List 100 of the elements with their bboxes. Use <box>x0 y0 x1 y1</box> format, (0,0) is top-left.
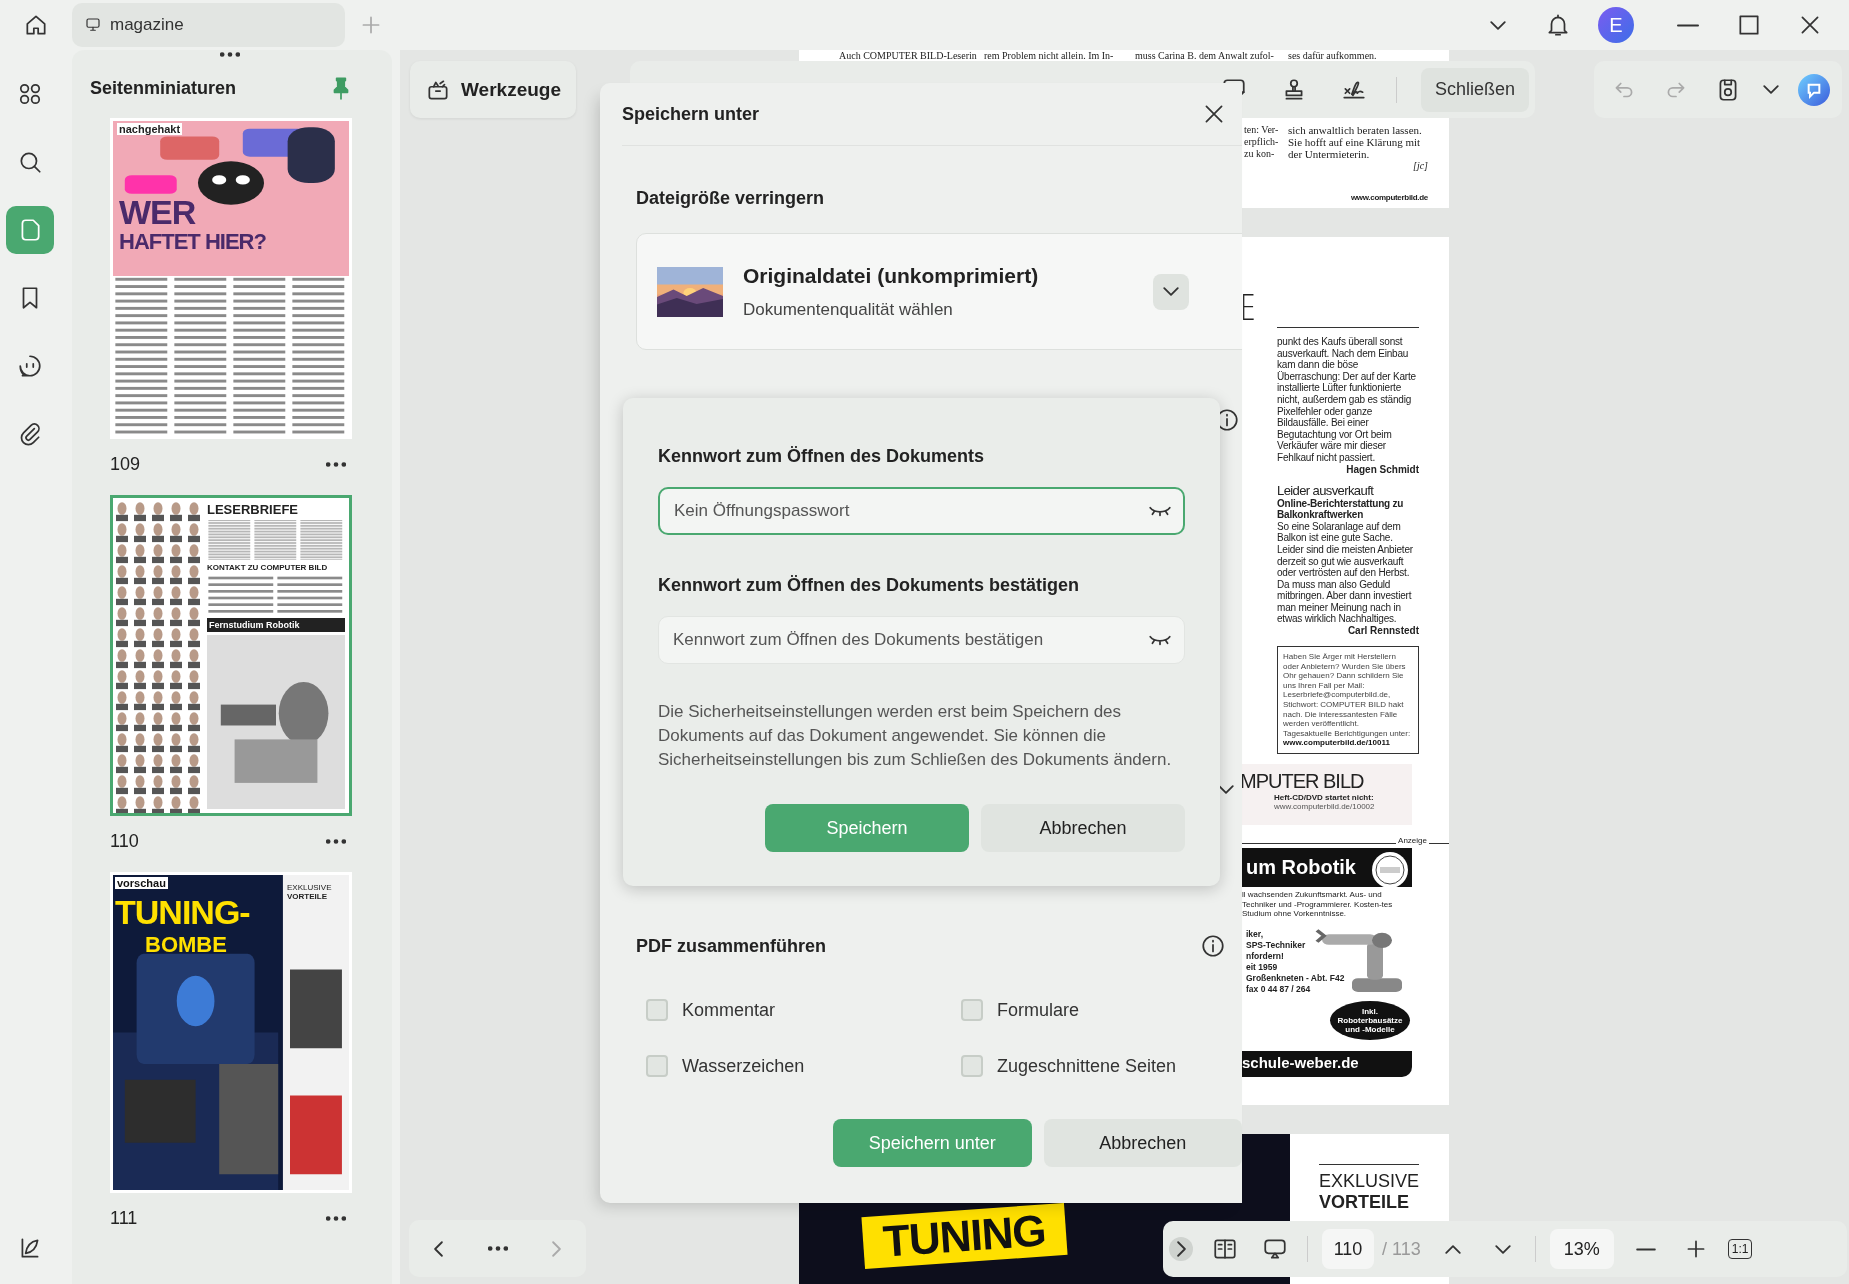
page-thumbnail[interactable]: vorschau TUNING- BOMBE EXKLUSIVE VORTEILE <box>110 872 352 1193</box>
checkbox[interactable] <box>961 999 983 1021</box>
page-number: 109 <box>110 453 141 475</box>
field-label: Kennwort zum Öffnen des Dokuments <box>658 446 986 467</box>
notice-text: Tagesaktuelle Berichtigungen unter: <box>1283 728 1412 739</box>
option-card[interactable]: Originaldatei (unkomprimiert) Dokumentenqualität wählen <box>636 233 1242 350</box>
chevron-up-icon <box>1444 1244 1461 1254</box>
checkbox-label: Wasserzeichen <box>682 1055 805 1077</box>
side-heading: VORTEILE <box>287 892 328 901</box>
text-line: ses dafür aufkommen. <box>1288 50 1377 62</box>
page-number-field[interactable]: 110 <box>1322 1229 1374 1269</box>
comment-icon <box>17 353 43 379</box>
ad-text: SPS-Techniker <box>1246 939 1306 951</box>
apps-icon <box>17 81 43 107</box>
side-heading: VORTEILE <box>1319 1192 1409 1213</box>
checkbox[interactable] <box>646 999 668 1021</box>
checkbox[interactable] <box>961 1055 983 1077</box>
more-icon <box>487 1246 508 1251</box>
headline: LESERBRIEFE <box>207 502 299 517</box>
maximize-icon <box>1736 12 1762 38</box>
actual-size-button[interactable]: 1:1 <box>1727 1239 1753 1259</box>
chevron-right-icon <box>1176 1241 1186 1257</box>
option-title: Originaldatei (unkomprimiert) <box>743 263 1040 288</box>
page-number: 111 <box>110 1207 138 1229</box>
ad-text: Großenkneten - Abt. F42 <box>1246 972 1345 984</box>
text-line: Auch COMPUTER BILD-Leserin <box>839 50 978 62</box>
page-thumbnail[interactable]: nachgehakt WER HAFTET HIER? <box>110 118 352 439</box>
book-icon <box>1212 1236 1238 1262</box>
page-label: nachgehakt <box>117 123 183 135</box>
checkbox-label: Formulare <box>997 999 1080 1021</box>
chevron-right-icon <box>552 1240 561 1257</box>
ad-text: nfordern! <box>1246 950 1284 962</box>
dropdown-button[interactable] <box>1153 273 1189 310</box>
close-tools-button[interactable]: Schließen <box>1420 67 1529 112</box>
text-fragment: zu kon- <box>1244 148 1276 160</box>
ad-title: um Robotik <box>1245 855 1356 880</box>
paragraph: punkt des Kaufs überall sonst ausverkauft. Nach dem Einbau kam dann die böse Überraschung: Der auf der Karte installierte Lüfter funktionierte nicht, außerdem gab es ständig Pixelfehler oder ganze Bildausfälle. Bei einer Begutachtung vor Ort beim Verkäufer wäre mir dieser Fehlkauf nicht passiert. <box>1277 336 1417 464</box>
tab-title: magazine <box>110 15 184 35</box>
link[interactable]: www.computerbild.de/10002 <box>1274 802 1412 811</box>
tools-button[interactable]: Werkzeuge <box>410 61 576 118</box>
monitor-icon <box>84 16 102 34</box>
chevron-down-icon <box>1494 1244 1511 1254</box>
text-line: muss Carina B. dem Anwalt zufol- <box>1135 50 1275 62</box>
more-icon <box>326 838 346 844</box>
ad-badge: Inkl. Roboterbausätze und -Modelle <box>1330 1000 1410 1040</box>
checkbox-label: Zugeschnittene Seiten <box>997 1055 1177 1077</box>
headline: TUNING- <box>115 893 250 932</box>
more-icon <box>326 1215 346 1221</box>
checkbox-label: Kommentar <box>682 999 776 1021</box>
page-number: 110 <box>110 830 139 852</box>
password-field[interactable]: Kein Öffnungspasswort <box>658 487 1185 535</box>
info-icon <box>1200 933 1226 959</box>
text-fragment: ten: Ver- <box>1244 124 1280 136</box>
headline: TUNING <box>861 1203 1068 1269</box>
zoom-field[interactable]: 13% <box>1549 1229 1614 1269</box>
section-heading: KONTAKT ZU COMPUTER BILD <box>207 563 329 572</box>
page-total: / 113 <box>1382 1238 1421 1260</box>
side-heading: EXKLUSIVE <box>287 883 333 892</box>
note-text: Die Sicherheitseinstellungen werden erst beim Speichern des Dokuments auf das Dokument angewendet. Sie können die Sicherheitseinstellungen bis zum Schließen des Dokuments ändern. <box>658 701 1173 771</box>
headline: HAFTET HIER? <box>119 229 266 255</box>
caret-icon <box>1218 785 1234 794</box>
ad-text: ll wachsenden Zukunftsmarkt. Aus- und Techniker und -Programmierer. Kosten-tes Studium ohne Vorkenntnisse. <box>1240 887 1412 919</box>
ad-text: eit 1959 <box>1246 961 1278 973</box>
user-avatar[interactable]: E <box>1598 7 1634 43</box>
ad-url: schule-weber.de <box>1241 1052 1360 1073</box>
document-tab[interactable]: magazine <box>72 3 345 47</box>
ad-text: fax 0 44 87 / 264 <box>1246 983 1311 995</box>
link[interactable]: www.computerbild.de/10011 <box>1283 738 1413 748</box>
author-mark: [jc] <box>1413 160 1428 171</box>
author-name: Hagen Schmidt <box>1346 463 1419 475</box>
url-text: www.computerbild.de <box>1350 193 1428 202</box>
letter-heading: Leider ausverkauft <box>1277 482 1375 498</box>
field-label: Kennwort zum Öffnen des Dokuments bestätigen <box>658 575 1081 596</box>
text-line: rem Problem nicht allein. Im In- <box>984 50 1115 62</box>
ad-text: iker, <box>1246 928 1264 940</box>
section-heading: Dateigröße verringern <box>636 188 826 209</box>
ad-banner: Fernstudium Robotik <box>207 618 345 632</box>
caret-icon <box>1763 85 1779 94</box>
more-icon <box>326 461 346 467</box>
drag-handle-icon[interactable] <box>220 52 240 57</box>
bell-icon <box>1545 12 1571 38</box>
paragraph: So eine Solaranlage auf dem Balkon ist eine gute Sache. Leider sind die meisten Anbieter derzeit so gut wie ausverkauft oder vertrösten auf den Herbst. Da muss man also Geduld mitbringen. Aber dann investiert man meiner Meinung nach in etwas wirklich Nachhaltiges. <box>1277 520 1414 626</box>
checkbox[interactable] <box>646 1055 668 1077</box>
cancel-button[interactable]: Abbrechen <box>981 804 1185 852</box>
author-name: Carl Rennstedt <box>1347 625 1419 637</box>
box-text: Heft-CD/DVD startet nicht: <box>1274 793 1375 802</box>
chevron-left-icon <box>434 1240 443 1257</box>
paragraph: sich anwaltlich beraten lassen. Sie hofft auf eine Klärung mit der Untermieterin. <box>1288 124 1423 160</box>
chevron-down-icon <box>1490 20 1506 30</box>
page-thumbnail[interactable]: LESERBRIEFE KONTAKT ZU COMPUTER BILD Fernstudium Robotik <box>110 495 352 816</box>
dialog-title: Speichern unter <box>622 103 760 125</box>
letter-subheading: Online-Berichterstattung zu Balkonkraftwerken <box>1277 497 1405 521</box>
panel-title: Seitenminiaturen <box>90 77 237 99</box>
presentation-icon <box>1262 1236 1288 1262</box>
assistant-button[interactable] <box>1798 73 1830 106</box>
headline: WER <box>119 193 196 232</box>
minimize-icon <box>1676 22 1700 28</box>
cancel-button[interactable]: Abbrechen <box>1043 1119 1242 1167</box>
headline: BOMBE <box>145 932 227 958</box>
collapse-button[interactable] <box>1169 1237 1193 1261</box>
